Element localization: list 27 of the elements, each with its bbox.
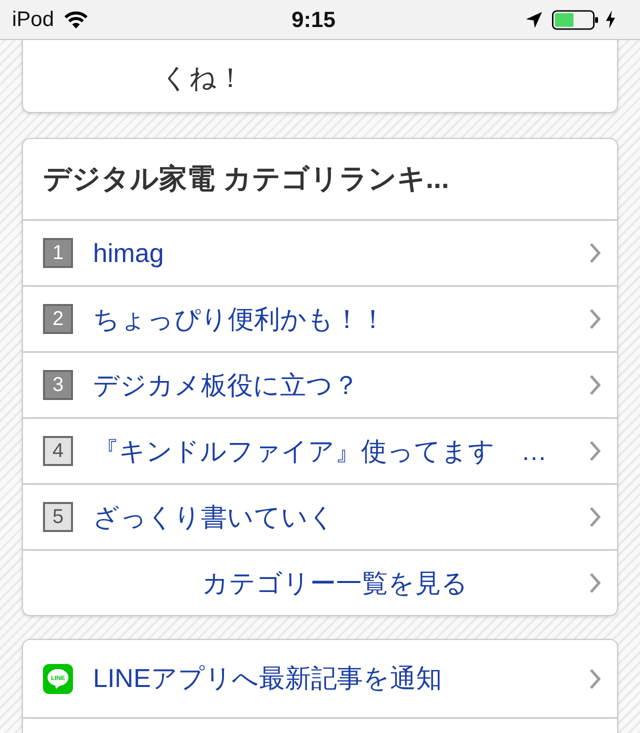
chevron-right-icon <box>589 374 601 396</box>
chevron-right-icon <box>589 668 601 690</box>
line-notify-link[interactable]: LINEアプリへ最新記事を通知 <box>93 661 442 696</box>
carrier-name: iPod <box>12 8 54 32</box>
article-link[interactable]: ちょっぴり便利かも！！ <box>93 302 386 336</box>
article-link[interactable]: デジカメ板役に立つ？ <box>93 368 359 402</box>
ranking-title: デジタル家電 カテゴリランキ... <box>43 162 450 196</box>
intro-text: くね！ <box>161 62 245 95</box>
chevron-right-icon <box>589 308 601 330</box>
charging-bolt-icon <box>606 10 615 29</box>
wifi-icon <box>64 10 88 28</box>
rank-badge: 4 <box>43 436 73 466</box>
chevron-right-icon <box>589 506 601 528</box>
chevron-right-icon <box>589 242 601 264</box>
article-link[interactable]: himag <box>93 238 164 268</box>
location-arrow-icon <box>526 12 542 28</box>
rank-badge: 2 <box>43 304 73 334</box>
chevron-right-icon <box>589 572 601 594</box>
article-link[interactable]: 『キンドルファイア』使ってます … <box>93 434 547 468</box>
rank-badge: 1 <box>43 238 73 268</box>
chevron-right-icon <box>589 440 601 462</box>
category-list-link[interactable]: カテゴリー一覧を見る <box>202 566 468 600</box>
rank-badge: 5 <box>43 502 73 532</box>
rank-badge: 3 <box>43 370 73 400</box>
battery-icon <box>552 10 598 30</box>
clock-time: 9:15 <box>291 6 336 32</box>
article-link[interactable]: ざっくり書いていく <box>93 500 335 534</box>
